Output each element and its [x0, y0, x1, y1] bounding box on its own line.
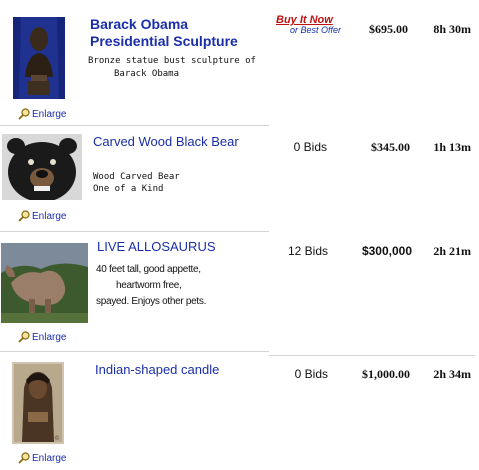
- listing-time-left: 2h 34m: [433, 367, 471, 381]
- candle-photo-icon: ©: [12, 362, 64, 444]
- listing-thumbnail[interactable]: [1, 243, 88, 323]
- listing-thumbnail[interactable]: [13, 17, 65, 99]
- description-line: Barack Obama: [114, 69, 180, 79]
- listing-title[interactable]: LIVE ALLOSAURUS: [97, 239, 277, 255]
- listing-price: $345.00: [371, 140, 410, 154]
- description-line: 40 feet tall, good appette,: [96, 264, 201, 275]
- description-line: spayed. Enjoys other pets.: [96, 296, 207, 307]
- dinosaur-photo-icon: [1, 243, 88, 323]
- bust-photo-icon: [13, 17, 65, 99]
- description-line: heartworm free,: [116, 280, 182, 291]
- listing-time-left: 2h 21m: [433, 244, 471, 258]
- magnifier-icon: [18, 452, 30, 464]
- enlarge-link[interactable]: Enlarge: [18, 452, 66, 464]
- bear-photo-icon: [2, 134, 82, 200]
- listing-row: LIVE ALLOSAURUS 40 feet tall, good appet…: [0, 232, 479, 350]
- listing-time-left: 8h 30m: [433, 22, 471, 36]
- listing-row: © Indian-shaped candle 0 Bids $1,000.00 …: [0, 352, 479, 470]
- magnifier-icon: [18, 331, 30, 343]
- listing-bids: 12 Bids: [287, 244, 328, 258]
- listing-price: $1,000.00: [362, 367, 410, 381]
- listing-price: $300,000: [361, 244, 412, 258]
- description-line: One of a Kind: [93, 184, 164, 194]
- listing-time-left: 1h 13m: [433, 140, 471, 154]
- enlarge-link[interactable]: Enlarge: [18, 331, 66, 343]
- enlarge-link[interactable]: Enlarge: [18, 108, 66, 120]
- svg-text:©: ©: [54, 435, 60, 442]
- listing-thumbnail[interactable]: ©: [12, 362, 64, 444]
- listing-title[interactable]: Barack Obama Presidential Sculpture: [90, 16, 270, 50]
- listing-description: Wood Carved Bear One of a Kind: [93, 171, 273, 195]
- enlarge-label: Enlarge: [32, 210, 67, 222]
- listing-row: Barack Obama Presidential Sculpture Bron…: [0, 0, 479, 125]
- listing-bids: 0 Bids: [294, 367, 328, 381]
- listing-title[interactable]: Indian-shaped candle: [95, 362, 275, 378]
- enlarge-label: Enlarge: [32, 331, 67, 343]
- enlarge-link[interactable]: Enlarge: [18, 210, 66, 222]
- listing-bids: 0 Bids: [293, 140, 327, 154]
- listing-thumbnail[interactable]: [2, 134, 82, 200]
- listing-description: 40 feet tall, good appette, heartworm fr…: [96, 262, 266, 310]
- magnifier-icon: [18, 210, 30, 222]
- enlarge-label: Enlarge: [32, 108, 67, 120]
- description-line: Bronze statue bust sculpture of: [88, 56, 256, 66]
- listing-description: Bronze statue bust sculpture of Barack O…: [88, 55, 273, 81]
- listing-price: $695.00: [369, 22, 408, 36]
- description-line: Wood Carved Bear: [93, 172, 180, 182]
- magnifier-icon: [18, 108, 30, 120]
- listing-row: Carved Wood Black Bear Wood Carved Bear …: [0, 126, 479, 230]
- listing-title[interactable]: Carved Wood Black Bear: [93, 134, 273, 150]
- enlarge-label: Enlarge: [32, 452, 67, 464]
